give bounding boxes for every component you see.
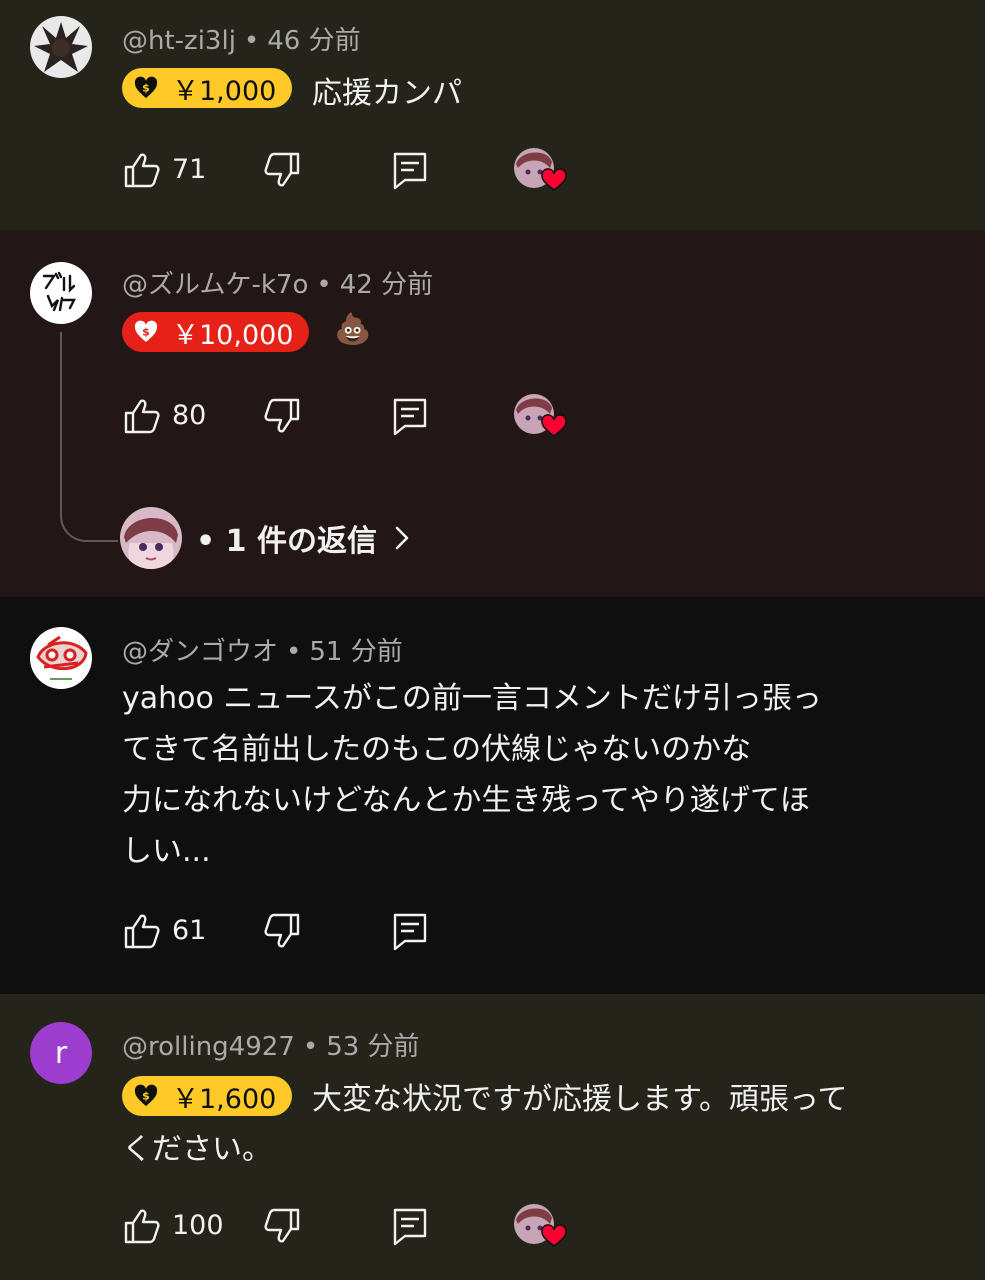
thumbs-down-icon[interactable]: [262, 911, 302, 951]
comment-meta: @ダンゴウオ • 51 分前: [122, 631, 403, 668]
super-thanks-chip: $ ￥1,000: [122, 68, 293, 108]
comment-rolling4927: r @rolling4927 • 53 分前 $ ￥1,600 大変な状況ですが応援…: [0, 994, 985, 1280]
reply-comment-icon[interactable]: [390, 396, 430, 436]
comment-dangouo: @ダンゴウオ • 51 分前 yahoo ニュースがこの前一言コメントだけ引っ張っ …: [0, 597, 985, 994]
avatar-letter: r: [54, 1035, 68, 1071]
creator-heart-icon: [514, 148, 567, 191]
reply-comment-icon[interactable]: [390, 150, 430, 190]
comment-time[interactable]: 53 分前: [326, 1032, 419, 1062]
comment-text-line: てきて名前出したのもこの伏線じゃないのかな: [122, 732, 752, 767]
meta-separator: •: [302, 1032, 319, 1062]
meta-separator: •: [316, 270, 332, 300]
creator-heart-icon: [514, 1204, 567, 1247]
comment-text-line: 力になれないけどなんとか生き残ってやり遂げてほ: [122, 783, 810, 818]
author-name[interactable]: @ズルムケ-k7o: [122, 270, 308, 300]
avatar[interactable]: r: [30, 1022, 92, 1084]
creator-heart-icon: [514, 394, 567, 437]
like-count: 100: [172, 1210, 224, 1241]
view-replies-button[interactable]: • 1 件の返信: [120, 506, 413, 570]
thumbs-up-icon[interactable]: [122, 911, 162, 951]
super-thanks-icon: $: [134, 76, 158, 98]
thumbs-down-icon[interactable]: [262, 1206, 302, 1246]
like-count: 61: [172, 915, 207, 946]
reply-comment-icon[interactable]: [390, 1206, 430, 1246]
avatar[interactable]: [30, 262, 92, 324]
thumbs-up-icon[interactable]: [122, 1206, 162, 1246]
comment-meta: @rolling4927 • 53 分前: [122, 1026, 420, 1063]
comment-text: yahoo ニュースがこの前一言コメントだけ引っ張っ てきて名前出したのもこの伏…: [122, 673, 922, 877]
author-name[interactable]: @ht-zi3lj: [122, 26, 236, 56]
svg-text:$: $: [142, 82, 150, 95]
thread-line: [60, 332, 118, 542]
comment-ht-zi3lj: @ht-zi3lj • 46 分前 $ ￥1,000 応援カンパ 71: [0, 0, 985, 230]
comment-actions: 61: [122, 911, 602, 955]
like-count: 71: [172, 154, 207, 185]
meta-separator: •: [243, 26, 260, 56]
comment-text-line: しい...: [122, 834, 211, 869]
super-thanks-chip: $ ￥10,000: [122, 312, 310, 352]
comment-meta: @ズルムケ-k7o • 42 分前: [122, 264, 433, 301]
comment-meta: @ht-zi3lj • 46 分前: [122, 20, 361, 57]
meta-separator: •: [286, 637, 302, 667]
super-thanks-amount: ￥1,600: [172, 1083, 277, 1115]
comment-time[interactable]: 42 分前: [340, 270, 433, 300]
thumbs-up-icon[interactable]: [122, 396, 162, 436]
chevron-right-icon: [395, 526, 409, 550]
replies-count-label: • 1 件の返信: [196, 524, 377, 559]
comment-text: 大変な状況ですが応援します。頑張って: [312, 1082, 848, 1117]
comment-text: 応援カンパ: [312, 76, 462, 111]
author-name[interactable]: @rolling4927: [122, 1032, 295, 1062]
comment-actions: 71: [122, 148, 602, 194]
comment-zurumuke: @ズルムケ-k7o • 42 分前 $ ￥10,000 💩 80 • 1 件の返…: [0, 230, 985, 597]
super-thanks-amount: ￥10,000: [172, 319, 294, 351]
thumbs-up-icon[interactable]: [122, 150, 162, 190]
avatar[interactable]: [30, 627, 92, 689]
svg-text:$: $: [142, 1090, 150, 1103]
super-thanks-chip: $ ￥1,600: [122, 1076, 293, 1116]
comment-actions: 100: [122, 1204, 602, 1250]
comment-time[interactable]: 46 分前: [267, 26, 360, 56]
comment-time[interactable]: 51 分前: [309, 637, 402, 667]
reply-comment-icon[interactable]: [390, 911, 430, 951]
author-name[interactable]: @ダンゴウオ: [122, 637, 278, 667]
creator-avatar: [120, 507, 182, 569]
super-thanks-amount: ￥1,000: [172, 75, 277, 107]
comment-text-continued: ください。: [122, 1132, 272, 1167]
super-thanks-icon: $: [134, 1084, 158, 1106]
svg-text:$: $: [142, 326, 150, 339]
super-thanks-icon: $: [134, 320, 158, 342]
thumbs-down-icon[interactable]: [262, 396, 302, 436]
avatar[interactable]: [30, 16, 92, 78]
comment-text: 💩: [334, 312, 372, 347]
replies-count-text: 1 件の返信: [225, 524, 377, 559]
comment-actions: 80: [122, 394, 602, 440]
comment-text-line: yahoo ニュースがこの前一言コメントだけ引っ張っ: [122, 681, 822, 716]
thumbs-down-icon[interactable]: [262, 150, 302, 190]
like-count: 80: [172, 400, 207, 431]
